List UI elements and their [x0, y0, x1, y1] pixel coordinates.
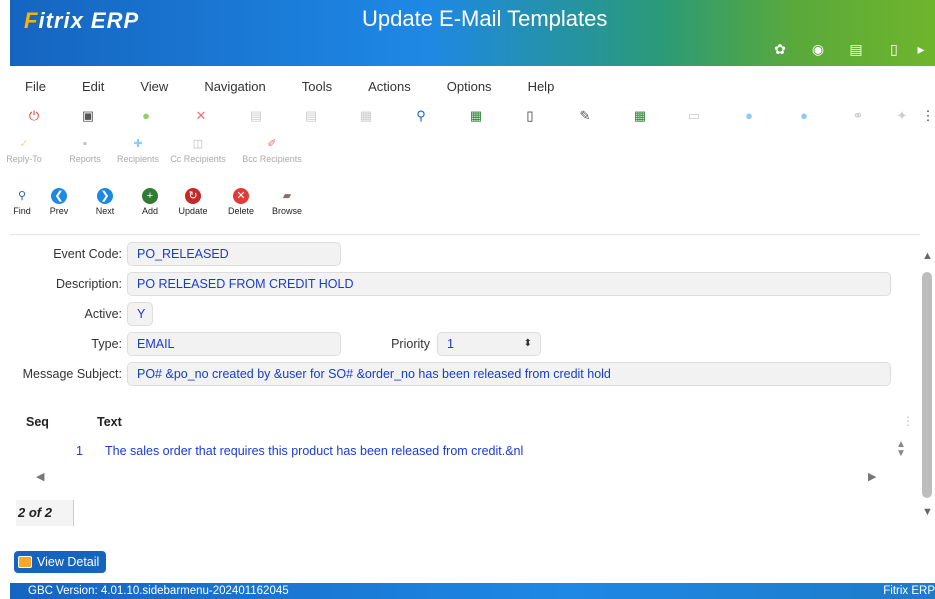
version-text: GBC Version: 4.01.10.sidebarmenu-2024011…	[28, 585, 289, 597]
navigation-toolbar: ⚲ Find ❮ Prev ❯ Next + Add ↻ Update ✕ De…	[10, 188, 935, 232]
prev-button[interactable]: ❮ Prev	[46, 188, 72, 216]
next-icon: ❯	[97, 188, 113, 204]
scroll-up-icon[interactable]: ▲	[922, 250, 933, 262]
recipients-icon: ✚	[133, 138, 143, 150]
column-header-seq: Seq	[26, 415, 49, 429]
priority-label: Priority	[391, 337, 430, 351]
browse-icon: ▰	[282, 190, 292, 202]
app-header: Fitrix ERP Update E-Mail Templates ✿ ◉ ▤…	[10, 0, 935, 66]
document-icon[interactable]: ▤	[837, 38, 875, 60]
gear-icon[interactable]: ✿	[761, 38, 799, 60]
view-detail-button[interactable]: View Detail	[14, 551, 107, 573]
find-button[interactable]: ⚲ Find	[10, 188, 34, 216]
menu-navigation[interactable]: Navigation	[204, 79, 265, 94]
fitrix-logo: Fitrix ERP	[24, 8, 140, 33]
up-circle-icon[interactable]: ●	[796, 108, 812, 124]
priority-select[interactable]: 1 ⬍	[437, 332, 541, 356]
vertical-scrollbar[interactable]: ▲ ▼	[920, 234, 935, 534]
scroll-down-icon[interactable]: ▼	[922, 506, 933, 518]
down-circle-icon[interactable]: ●	[741, 108, 757, 124]
footer-brand: Fitrix ERP	[883, 585, 935, 597]
reports-icon: ▪	[83, 138, 87, 150]
table-row-seq[interactable]: 1	[76, 444, 83, 458]
type-label: Type:	[91, 337, 122, 351]
event-code-field[interactable]: PO_RELEASED	[127, 242, 341, 266]
message-subject-field[interactable]: PO# &po_no created by &user for SO# &ord…	[127, 362, 891, 386]
event-code-label: Event Code:	[53, 247, 122, 261]
cc-icon: ◫	[192, 138, 204, 150]
attach-icon[interactable]: ▯	[522, 108, 538, 124]
calendar-check-icon[interactable]: ▦	[632, 108, 648, 124]
menu-edit[interactable]: Edit	[82, 79, 104, 94]
description-field[interactable]: PO RELEASED FROM CREDIT HOLD	[127, 272, 891, 296]
description-label: Description:	[56, 277, 122, 291]
add-button[interactable]: + Add	[138, 188, 162, 216]
next-button[interactable]: ❯ Next	[92, 188, 118, 216]
record-count: 2 of 2	[16, 500, 74, 526]
copy-record-icon[interactable]: ▣	[80, 108, 96, 124]
tools-icon[interactable]: ✦	[894, 108, 910, 124]
zoom-icon[interactable]: ⚲	[413, 108, 429, 124]
magnifier-icon: ⚲	[17, 190, 27, 202]
grid-icon[interactable]: ▦	[358, 108, 374, 124]
row-scroll-icon[interactable]: ▲ ▼	[896, 440, 906, 459]
link-icon[interactable]: ⚭	[850, 108, 866, 124]
reply-icon: ✓	[19, 138, 29, 150]
menu-bar: File Edit View Navigation Tools Actions …	[10, 66, 935, 106]
power-icon[interactable]: ⏻	[26, 108, 42, 124]
bcc-recipients-button[interactable]: ✐ Bcc Recipients	[236, 136, 308, 164]
active-label: Active:	[84, 307, 122, 321]
cancel-icon[interactable]: ✕	[193, 108, 209, 124]
record-form: Event Code: PO_RELEASED Description: PO …	[10, 234, 920, 534]
recipient-toolbar: ✓ Reply-To ▪ Reports ✚ Recipients ◫ Cc R…	[6, 136, 935, 180]
cc-recipients-button[interactable]: ◫ Cc Recipients	[163, 136, 233, 164]
paste-icon[interactable]: ▤	[303, 108, 319, 124]
scroll-right-icon[interactable]: ▶	[868, 470, 876, 483]
scroll-left-icon[interactable]: ◀	[36, 470, 44, 483]
edit-document-icon[interactable]: ✎	[577, 108, 593, 124]
select-arrows-icon: ⬍	[523, 338, 532, 349]
active-field[interactable]: Y	[127, 302, 153, 326]
menu-tools[interactable]: Tools	[302, 79, 332, 94]
update-button[interactable]: ↻ Update	[174, 188, 212, 216]
bcc-icon: ✐	[267, 138, 277, 150]
column-menu-icon[interactable]: ⋮	[902, 414, 914, 428]
calendar-icon[interactable]: ▦	[468, 108, 484, 124]
copy-icon[interactable]: ▤	[248, 108, 264, 124]
menu-options[interactable]: Options	[447, 79, 492, 94]
blank-page-icon[interactable]: ▯	[875, 38, 913, 60]
field-icon[interactable]: ▭	[686, 108, 702, 124]
reports-button[interactable]: ▪ Reports	[65, 136, 105, 164]
status-footer: GBC Version: 4.01.10.sidebarmenu-2024011…	[10, 583, 935, 599]
globe-icon[interactable]: ◉	[799, 38, 837, 60]
delete-button[interactable]: ✕ Delete	[224, 188, 258, 216]
view-detail-label: View Detail	[37, 555, 100, 569]
table-row-text[interactable]: The sales order that requires this produ…	[105, 444, 523, 458]
table-icon	[18, 556, 32, 568]
menu-file[interactable]: File	[25, 79, 46, 94]
delete-icon: ✕	[233, 188, 249, 204]
add-icon: +	[142, 188, 158, 204]
page-title: Update E-Mail Templates	[362, 6, 608, 31]
browse-button[interactable]: ▰ Browse	[268, 188, 306, 216]
column-header-text: Text	[97, 415, 122, 429]
accept-icon[interactable]: ●	[138, 108, 154, 124]
type-field[interactable]: EMAIL	[127, 332, 341, 356]
menu-view[interactable]: View	[140, 79, 168, 94]
message-subject-label: Message Subject:	[22, 367, 122, 381]
recipients-button[interactable]: ✚ Recipients	[114, 136, 162, 164]
priority-value: 1	[447, 337, 454, 351]
menu-help[interactable]: Help	[528, 79, 555, 94]
menu-actions[interactable]: Actions	[368, 79, 411, 94]
icon-toolbar: ⏻ ▣ ● ✕ ▤ ▤ ▦ ⚲ ▦ ▯ ✎ ▦ ▭ ● ● ⚭ ✦ ⋮	[10, 104, 935, 132]
play-icon[interactable]: ▸	[913, 38, 929, 60]
more-vertical-icon[interactable]: ⋮	[920, 108, 935, 124]
update-icon: ↻	[185, 188, 201, 204]
reply-to-button[interactable]: ✓ Reply-To	[4, 136, 44, 164]
scroll-thumb[interactable]	[922, 272, 932, 498]
prev-icon: ❮	[51, 188, 67, 204]
